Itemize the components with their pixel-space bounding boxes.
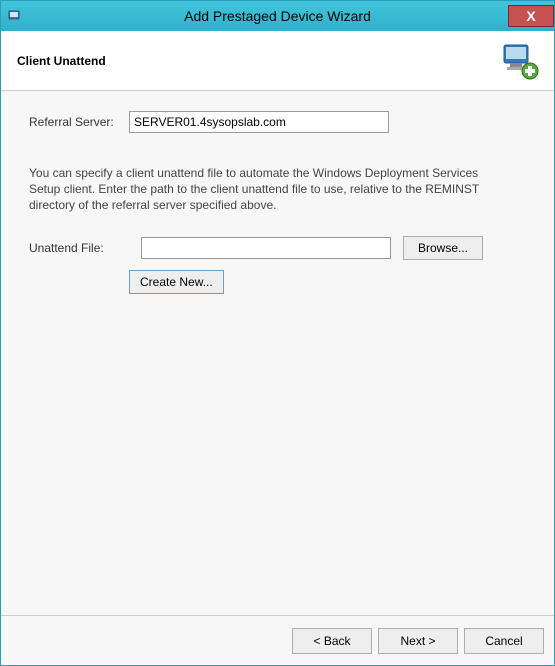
next-button[interactable]: Next >	[378, 628, 458, 654]
create-new-button[interactable]: Create New...	[129, 270, 224, 294]
browse-button[interactable]: Browse...	[403, 236, 483, 260]
referral-server-row: Referral Server:	[29, 111, 526, 133]
back-button[interactable]: < Back	[292, 628, 372, 654]
wizard-window: Add Prestaged Device Wizard X Client Una…	[0, 0, 555, 666]
referral-server-label: Referral Server:	[29, 115, 129, 129]
titlebar[interactable]: Add Prestaged Device Wizard X	[1, 1, 554, 31]
referral-server-input[interactable]	[129, 111, 389, 133]
wizard-body: Referral Server: You can specify a clien…	[1, 91, 554, 615]
wizard-header: Client Unattend	[1, 31, 554, 91]
cancel-button[interactable]: Cancel	[464, 628, 544, 654]
unattend-info-text: You can specify a client unattend file t…	[29, 165, 509, 214]
wizard-header-icon	[498, 39, 542, 83]
wizard-footer: < Back Next > Cancel	[1, 615, 554, 665]
unattend-file-input[interactable]	[141, 237, 391, 259]
unattend-file-label: Unattend File:	[29, 241, 129, 255]
unattend-file-row: Unattend File: Browse...	[29, 236, 526, 260]
window-title: Add Prestaged Device Wizard	[1, 8, 554, 24]
step-title: Client Unattend	[17, 54, 106, 68]
